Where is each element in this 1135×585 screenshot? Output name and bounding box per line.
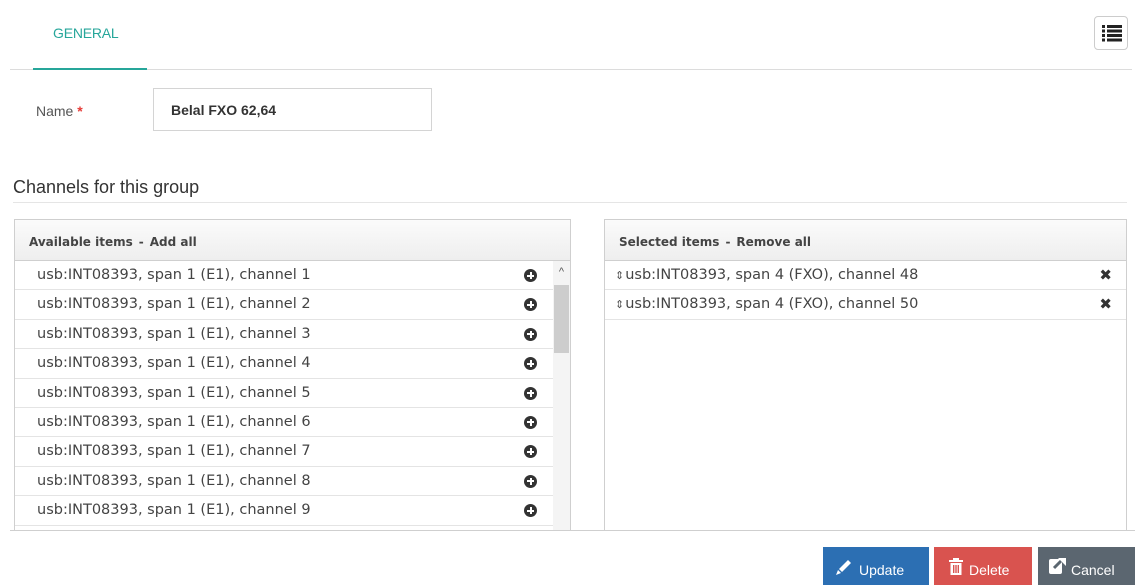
plus-circle-icon[interactable] bbox=[524, 504, 537, 518]
available-item[interactable]: usb:INT08393, span 1 (E1), channel 1 bbox=[15, 261, 553, 291]
share-out-icon bbox=[1049, 558, 1066, 574]
plus-circle-icon[interactable] bbox=[524, 445, 537, 459]
available-items-list: usb:INT08393, span 1 (E1), channel 1 usb… bbox=[15, 261, 553, 531]
section-divider bbox=[13, 202, 1127, 203]
delete-button[interactable]: Delete bbox=[934, 547, 1032, 585]
close-x-icon[interactable]: ✖ bbox=[1099, 261, 1112, 289]
delete-label: Delete bbox=[969, 562, 1010, 578]
available-item-label: usb:INT08393, span 1 (E1), channel 9 bbox=[37, 502, 311, 519]
tab-bar: GENERAL bbox=[10, 0, 1132, 70]
drag-handle-icon[interactable]: ⇕ bbox=[615, 298, 624, 311]
available-item[interactable]: usb:INT08393, span 1 (E1), channel 7 bbox=[15, 437, 553, 467]
trash-icon bbox=[949, 558, 963, 575]
list-menu-icon bbox=[1102, 25, 1122, 42]
available-items-header: Available items - Add all bbox=[15, 220, 570, 261]
scroll-thumb[interactable] bbox=[554, 285, 569, 353]
plus-circle-icon[interactable] bbox=[524, 327, 537, 341]
available-item-label: usb:INT08393, span 1 (E1), channel 5 bbox=[37, 384, 311, 401]
available-items-panel: Available items - Add all usb:INT08393, sp… bbox=[14, 219, 571, 531]
selected-items-panel: Selected items - Remove all ⇕usb:INT08393,… bbox=[604, 219, 1127, 531]
header-separator: - bbox=[138, 235, 144, 249]
available-item-label: usb:INT08393, span 1 (E1), channel 7 bbox=[37, 443, 311, 460]
selected-item[interactable]: ⇕usb:INT08393, span 4 (FXO), channel 50 ✖ bbox=[605, 290, 1126, 320]
channels-section-title: Channels for this group bbox=[13, 177, 200, 197]
plus-circle-icon[interactable] bbox=[524, 298, 537, 312]
available-item[interactable]: usb:INT08393, span 1 (E1), channel 5 bbox=[15, 379, 553, 408]
cancel-label: Cancel bbox=[1071, 562, 1115, 578]
name-label: Name * bbox=[36, 103, 83, 119]
plus-circle-icon[interactable] bbox=[524, 357, 537, 371]
scroll-up-arrow-icon[interactable]: ^ bbox=[553, 261, 570, 283]
available-item[interactable]: usb:INT08393, span 1 (E1), channel 6 bbox=[15, 408, 553, 438]
available-item-label: usb:INT08393, span 1 (E1), channel 4 bbox=[37, 355, 311, 372]
selected-items-list: ⇕usb:INT08393, span 4 (FXO), channel 48 ✖… bbox=[605, 261, 1126, 531]
pencil-icon bbox=[836, 560, 851, 575]
remove-all-link[interactable]: Remove all bbox=[736, 235, 811, 249]
plus-circle-icon[interactable] bbox=[524, 386, 537, 400]
required-marker: * bbox=[77, 103, 83, 119]
available-item-label: usb:INT08393, span 1 (E1), channel 8 bbox=[37, 472, 311, 489]
drag-handle-icon[interactable]: ⇕ bbox=[615, 269, 624, 282]
available-item-label: usb:INT08393, span 1 (E1), channel 3 bbox=[37, 325, 311, 342]
close-x-icon[interactable]: ✖ bbox=[1099, 290, 1112, 318]
available-item[interactable]: usb:INT08393, span 1 (E1), channel 4 bbox=[15, 349, 553, 379]
cancel-button[interactable]: Cancel bbox=[1038, 547, 1135, 585]
available-item[interactable]: usb:INT08393, span 1 (E1), channel 3 bbox=[15, 320, 553, 350]
update-label: Update bbox=[859, 562, 905, 578]
selected-items-title: Selected items bbox=[619, 235, 720, 249]
available-item[interactable]: usb:INT08393, span 1 (E1), channel 9 bbox=[15, 496, 553, 526]
name-input[interactable] bbox=[153, 88, 432, 131]
available-item-label: usb:INT08393, span 1 (E1), channel 6 bbox=[37, 413, 311, 430]
selected-item-label: usb:INT08393, span 4 (FXO), channel 48 bbox=[625, 267, 919, 283]
footer-divider bbox=[10, 530, 1135, 531]
available-item[interactable]: usb:INT08393, span 1 (E1), channel 2 bbox=[15, 290, 553, 320]
update-button[interactable]: Update bbox=[823, 547, 929, 585]
name-label-text: Name bbox=[36, 103, 74, 119]
available-items-title: Available items bbox=[29, 235, 133, 249]
add-all-link[interactable]: Add all bbox=[150, 235, 197, 249]
selected-item[interactable]: ⇕usb:INT08393, span 4 (FXO), channel 48 ✖ bbox=[605, 261, 1126, 291]
tab-general-label: GENERAL bbox=[53, 25, 119, 41]
selected-item-label: usb:INT08393, span 4 (FXO), channel 50 bbox=[625, 296, 919, 313]
plus-circle-icon[interactable] bbox=[524, 415, 537, 429]
plus-circle-icon[interactable] bbox=[524, 269, 537, 282]
available-item[interactable]: usb:INT08393, span 1 (E1), channel 8 bbox=[15, 467, 553, 497]
tab-general[interactable]: GENERAL bbox=[33, 0, 147, 70]
available-item-label: usb:INT08393, span 1 (E1), channel 2 bbox=[37, 296, 311, 313]
list-menu-button[interactable] bbox=[1094, 16, 1128, 50]
available-list-scrollbar[interactable]: ^ bbox=[553, 261, 570, 531]
plus-circle-icon[interactable] bbox=[524, 474, 537, 488]
selected-items-header: Selected items - Remove all bbox=[605, 220, 1126, 261]
header-separator: - bbox=[725, 235, 731, 249]
available-item-label: usb:INT08393, span 1 (E1), channel 1 bbox=[37, 267, 311, 283]
